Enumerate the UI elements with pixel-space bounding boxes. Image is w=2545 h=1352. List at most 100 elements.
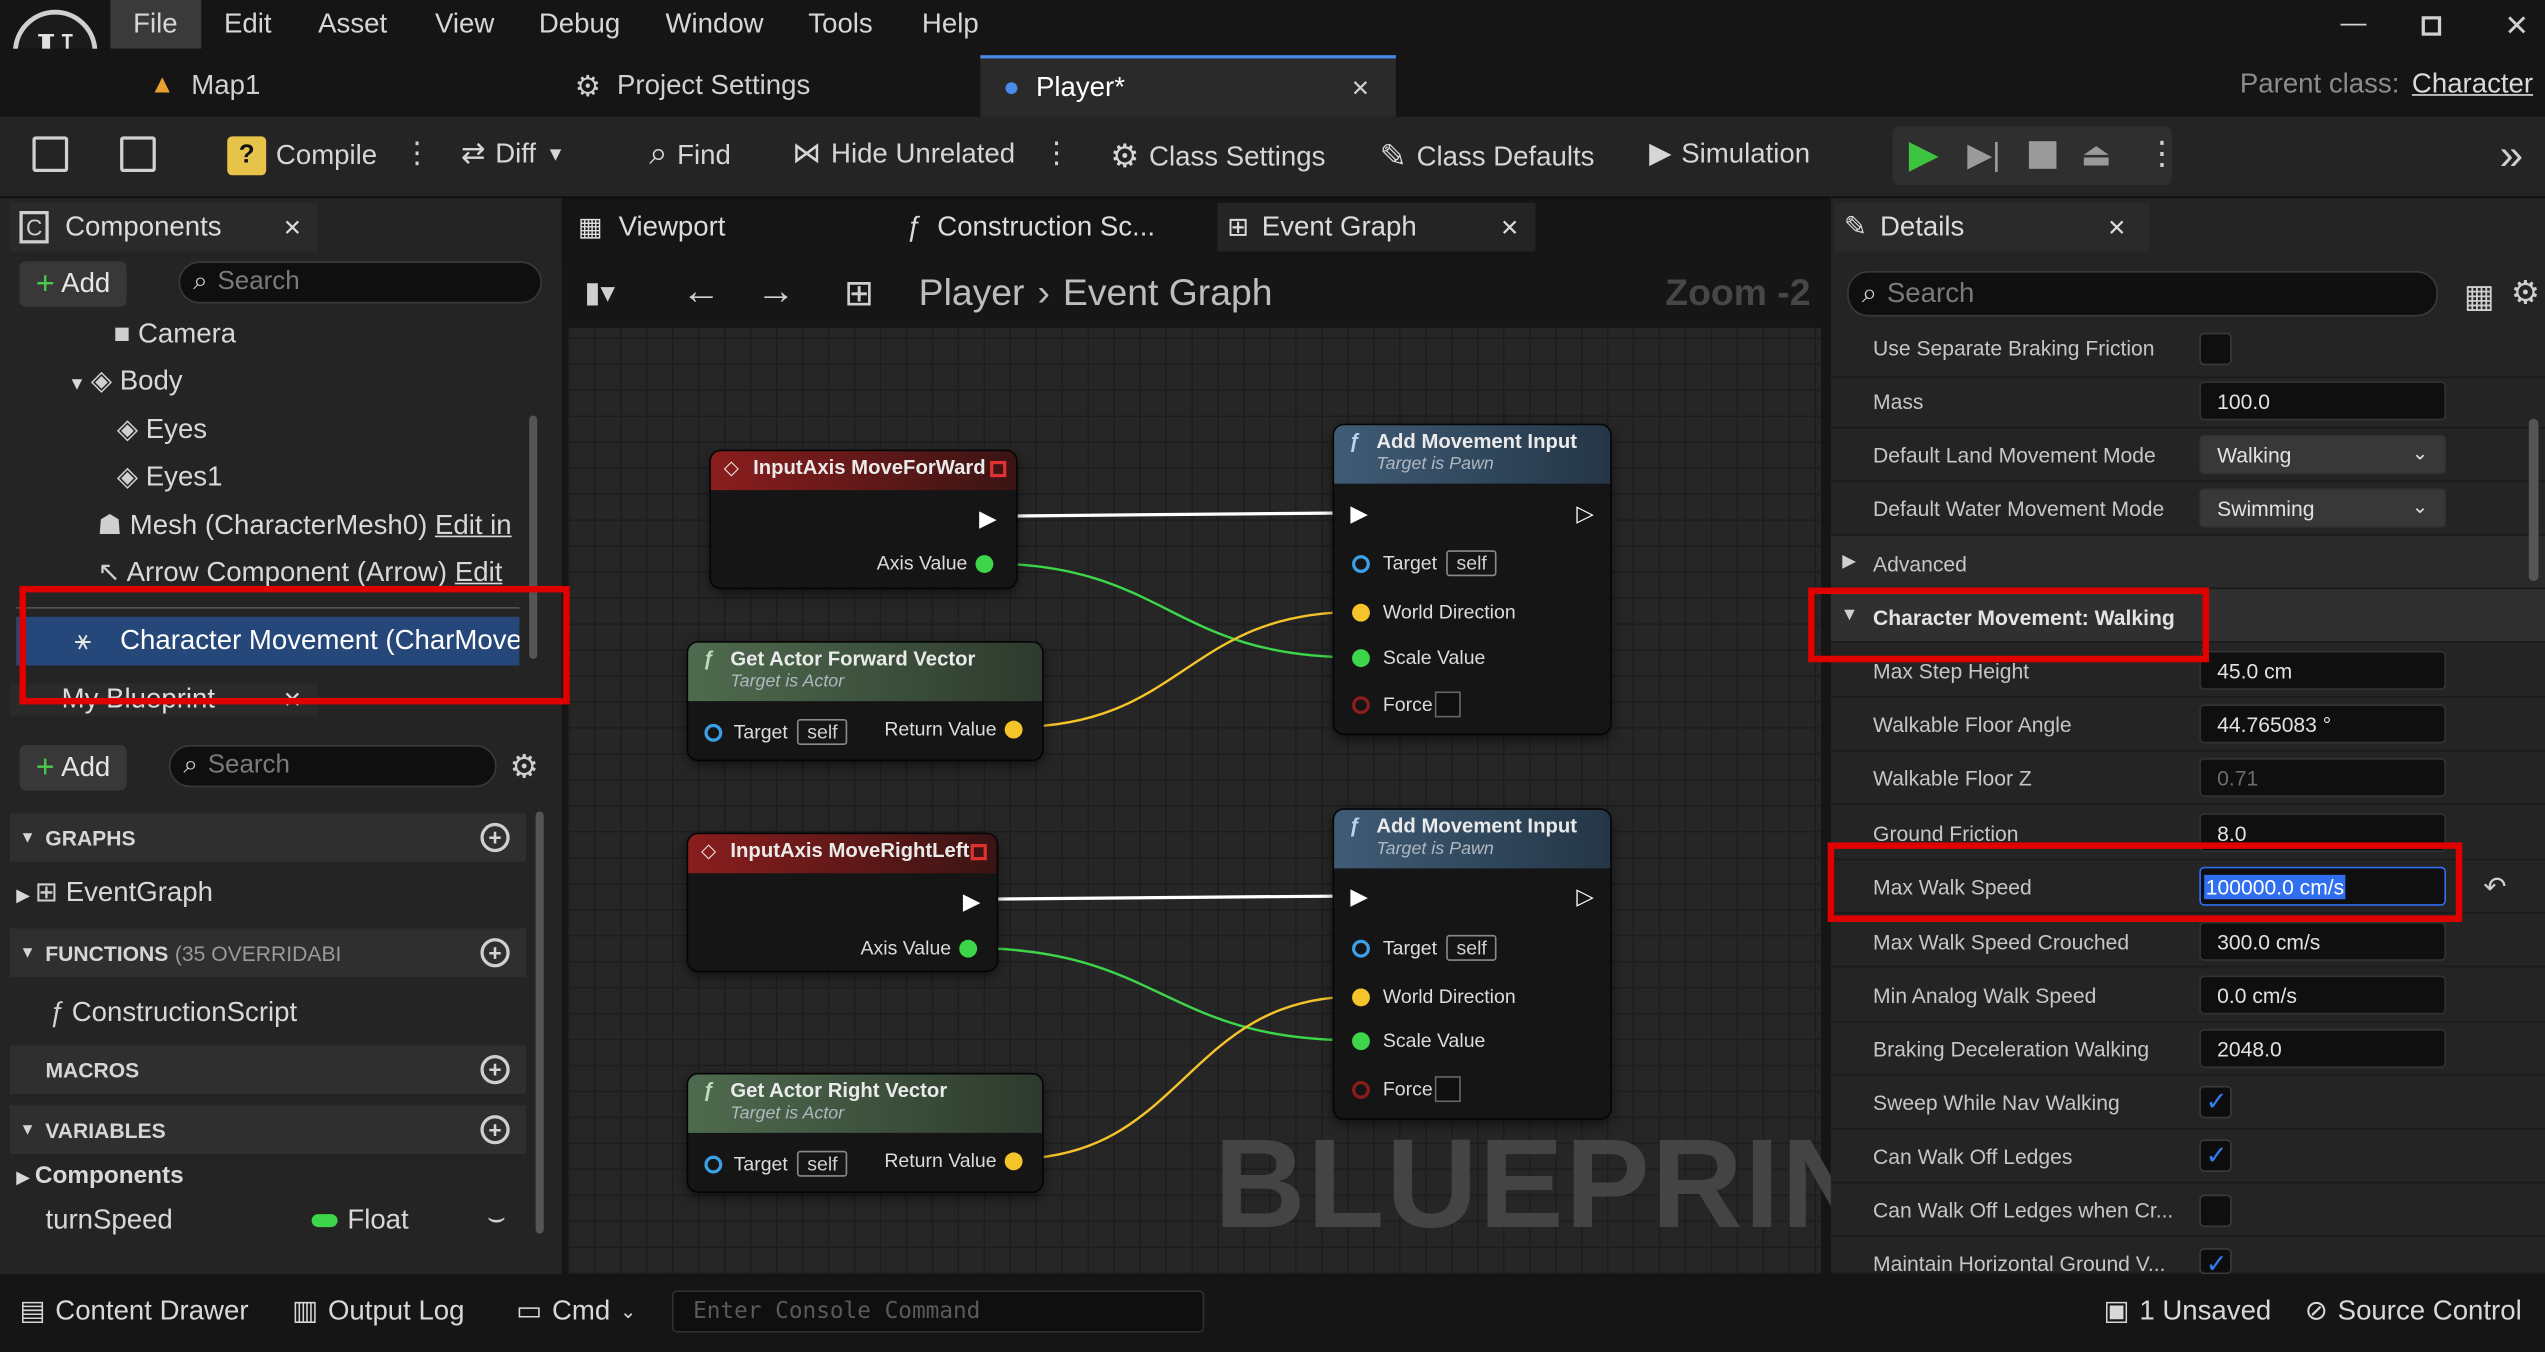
- float-wire: [967, 946, 1357, 1042]
- bool-pin-icon[interactable]: [1352, 1080, 1370, 1099]
- self-box[interactable]: self: [797, 1150, 848, 1177]
- mass-field[interactable]: 100.0: [2199, 381, 2447, 421]
- vector-pin-icon[interactable]: [1004, 720, 1023, 739]
- walk-off-crouched-checkbox[interactable]: [2199, 1194, 2232, 1228]
- pencil-icon: ✎: [1843, 211, 1867, 242]
- terminal-icon: ▭: [516, 1295, 543, 1327]
- exec-in-pin-icon[interactable]: ▶: [1350, 883, 1367, 911]
- function-icon: ƒ: [1348, 814, 1361, 838]
- float-pin-icon[interactable]: [975, 555, 994, 573]
- floor-angle-label: Walkable Floor Angle: [1873, 712, 2072, 737]
- node-header: ◇ InputAxis MoveRightLeft: [688, 834, 997, 874]
- vector-pin-icon[interactable]: [1352, 988, 1370, 1007]
- exec-in-pin-icon[interactable]: ▶: [1350, 500, 1367, 528]
- node-header: ƒ Get Actor Forward Vector Target is Act…: [688, 642, 1043, 702]
- bool-pin-icon[interactable]: [1352, 696, 1370, 715]
- cmd-dropdown[interactable]: ▭ Cmd ⌄: [516, 1295, 636, 1327]
- sweep-label: Sweep While Nav Walking: [1873, 1090, 2120, 1116]
- node-inputaxis-moverightleft[interactable]: ◇ InputAxis MoveRightLeft ▶ Axis Value: [688, 834, 997, 971]
- walk-off-ledges-checkbox[interactable]: ✓: [2199, 1139, 2232, 1172]
- vector-wire: [1012, 995, 1357, 1161]
- check-icon: ✓: [2205, 1251, 2228, 1275]
- console-placeholder: Enter Console Command: [693, 1298, 981, 1325]
- maintain-horizontal-checkbox[interactable]: ✓: [2199, 1248, 2232, 1275]
- content-drawer-icon: ▤: [19, 1295, 46, 1327]
- self-box[interactable]: self: [797, 719, 848, 746]
- vector-pin-icon[interactable]: [1004, 1152, 1023, 1171]
- exec-out-pin-icon[interactable]: ▷: [1576, 883, 1593, 911]
- node-title: InputAxis MoveForWard: [753, 456, 986, 479]
- target-pin: Target self: [1382, 550, 1497, 577]
- console-command-input[interactable]: Enter Console Command: [671, 1290, 1205, 1333]
- return-value-label: Return Value: [884, 717, 997, 741]
- chevron-down-icon: ⌄: [619, 1300, 637, 1323]
- details-search-placeholder: Search: [1886, 277, 1975, 309]
- node-add-movement-input-2[interactable]: ƒ Add Movement Input Target is Pawn ▶ ▷ …: [1334, 809, 1611, 1119]
- node-title: InputAxis MoveRightLeft: [730, 839, 970, 862]
- details-tab-label: Details: [1879, 211, 1965, 242]
- min-analog-field[interactable]: 0.0 cm/s: [2199, 975, 2447, 1015]
- target-pin: Target self: [733, 1150, 848, 1177]
- content-drawer-button[interactable]: ▤ Content Drawer: [19, 1295, 248, 1327]
- exec-out-pin-icon[interactable]: ▶: [979, 505, 996, 533]
- table-view-icon[interactable]: ▦: [2464, 276, 2495, 317]
- force-checkbox[interactable]: [1434, 691, 1461, 718]
- check-icon: ✓: [2205, 1089, 2228, 1117]
- node-get-actor-right-vector[interactable]: ƒ Get Actor Right Vector Target is Actor…: [688, 1074, 1043, 1192]
- node-title: Get Actor Right Vector: [730, 1079, 948, 1103]
- node-header: ƒ Add Movement Input Target is Pawn: [1334, 809, 1611, 869]
- self-box[interactable]: self: [1446, 550, 1497, 577]
- function-icon: ƒ: [702, 1079, 715, 1103]
- source-control-button[interactable]: ⊘ Source Control: [2305, 1295, 2522, 1327]
- floor-angle-field[interactable]: 44.765083 °: [2199, 704, 2447, 744]
- node-subtitle: Target is Pawn: [1376, 839, 1494, 859]
- object-pin-icon[interactable]: [704, 1155, 723, 1174]
- details-scrollbar[interactable]: [2528, 418, 2539, 582]
- close-details-icon[interactable]: ✕: [2107, 213, 2126, 241]
- unsaved-button[interactable]: ▣ 1 Unsaved: [2104, 1295, 2272, 1327]
- node-get-actor-forward-vector[interactable]: ƒ Get Actor Forward Vector Target is Act…: [688, 642, 1043, 760]
- expand-icon: ▶: [1842, 551, 1856, 572]
- node-subtitle: Target is Actor: [730, 1103, 845, 1124]
- max-step-field[interactable]: 45.0 cm: [2199, 650, 2447, 690]
- node-inputaxis-moveforward[interactable]: ◇ InputAxis MoveForWard ▶ Axis Value: [710, 451, 1017, 588]
- floor-z-label: Walkable Floor Z: [1873, 766, 2032, 791]
- target-label: Target: [1382, 551, 1438, 575]
- scale-value-label: Scale Value: [1382, 645, 1486, 669]
- reset-to-default-icon[interactable]: ↶: [2483, 872, 2506, 904]
- delegate-icon: [970, 844, 987, 861]
- exec-out-pin-icon[interactable]: ▶: [963, 888, 980, 916]
- max-walk-crouched-field[interactable]: 300.0 cm/s: [2199, 921, 2447, 961]
- details-search-input[interactable]: ⌕ Search: [1847, 271, 2438, 317]
- target-label: Target: [733, 1152, 788, 1176]
- float-pin-icon[interactable]: [1352, 649, 1370, 668]
- object-pin-icon[interactable]: [704, 723, 723, 742]
- object-pin-icon[interactable]: [1352, 555, 1370, 573]
- tab-details[interactable]: ✎ Details ✕: [1834, 202, 2149, 252]
- target-pin: Target self: [1383, 934, 1497, 961]
- water-mode-dropdown[interactable]: Swimming ⌄: [2199, 488, 2447, 528]
- braking-decel-field[interactable]: 2048.0: [2199, 1029, 2447, 1068]
- target-label: Target: [733, 720, 788, 744]
- water-mode-value: Swimming: [2217, 496, 2315, 522]
- world-direction-label: World Direction: [1382, 600, 1516, 624]
- node-header: ◇ InputAxis MoveForWard: [710, 451, 1017, 491]
- separate-braking-checkbox[interactable]: [2199, 332, 2232, 366]
- output-log-button[interactable]: ▥ Output Log: [292, 1295, 464, 1327]
- gear-icon[interactable]: ⚙: [2511, 273, 2540, 314]
- sweep-checkbox[interactable]: ✓: [2199, 1085, 2232, 1119]
- node-subtitle: Target is Pawn: [1376, 454, 1494, 474]
- self-box[interactable]: self: [1446, 934, 1497, 961]
- node-add-movement-input-1[interactable]: ƒ Add Movement Input Target is Pawn ▶ ▷ …: [1334, 425, 1611, 734]
- object-pin-icon[interactable]: [1352, 939, 1370, 958]
- land-mode-dropdown[interactable]: Walking ⌄: [2199, 434, 2447, 474]
- axis-value-label: Axis Value: [860, 936, 952, 960]
- highlight-max-walk-speed: [1827, 842, 2463, 922]
- exec-out-pin-icon[interactable]: ▷: [1576, 500, 1593, 528]
- vector-pin-icon[interactable]: [1352, 603, 1370, 622]
- land-mode-label: Default Land Movement Mode: [1873, 443, 2156, 468]
- float-pin-icon[interactable]: [959, 939, 978, 958]
- force-checkbox[interactable]: [1434, 1076, 1461, 1103]
- float-pin-icon[interactable]: [1352, 1032, 1370, 1051]
- exec-wire: [973, 894, 1357, 901]
